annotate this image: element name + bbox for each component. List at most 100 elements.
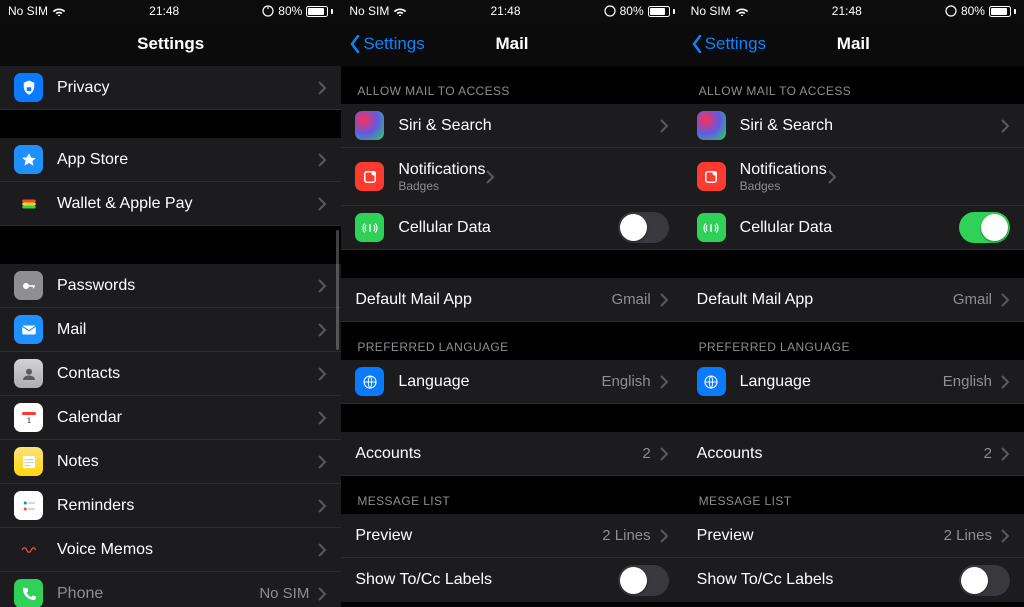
row-passwords[interactable]: Passwords: [0, 264, 341, 308]
row-cellular[interactable]: Cellular Data: [341, 206, 682, 250]
row-siri[interactable]: Siri & Search: [683, 104, 1024, 148]
battery-pct-label: 80%: [961, 4, 985, 18]
cellular-icon: [355, 213, 384, 242]
chevron-icon: [659, 119, 669, 133]
notifications-sub: Badges: [398, 179, 485, 193]
row-accounts[interactable]: Accounts 2: [683, 432, 1024, 476]
row-mail[interactable]: Mail: [0, 308, 341, 352]
chevron-icon: [317, 197, 327, 211]
header-message-list: Message List: [341, 476, 682, 514]
row-phone[interactable]: Phone No SIM: [0, 572, 341, 607]
phone-settings: No SIM 21:48 80% Settings Privacy App: [0, 0, 341, 607]
row-cellular[interactable]: Cellular Data: [683, 206, 1024, 250]
row-default-mail-app[interactable]: Default Mail App Gmail: [683, 278, 1024, 322]
row-reminders[interactable]: Reminders: [0, 484, 341, 528]
chevron-icon: [317, 499, 327, 513]
chevron-icon: [1000, 529, 1010, 543]
notifications-sub: Badges: [740, 179, 827, 193]
row-appstore[interactable]: App Store: [0, 138, 341, 182]
chevron-icon: [659, 447, 669, 461]
row-language[interactable]: Language English: [341, 360, 682, 404]
wifi-icon: [735, 6, 749, 16]
chevron-left-icon: [349, 35, 361, 53]
chevron-icon: [1000, 119, 1010, 133]
row-voicememos[interactable]: Voice Memos: [0, 528, 341, 572]
row-show-tocc[interactable]: Show To/Cc Labels: [683, 558, 1024, 602]
phone-label: Phone: [57, 585, 259, 603]
contacts-label: Contacts: [57, 365, 317, 383]
orientation-lock-icon: [262, 5, 274, 17]
notifications-icon: [697, 162, 726, 191]
siri-label: Siri & Search: [398, 117, 658, 135]
page-title: Settings: [137, 34, 204, 54]
navbar: Settings: [0, 22, 341, 66]
header-language: Preferred Language: [683, 322, 1024, 360]
row-wallet[interactable]: Wallet & Apple Pay: [0, 182, 341, 226]
chevron-icon: [317, 323, 327, 337]
preview-value: 2 Lines: [944, 527, 992, 544]
language-label: Language: [740, 373, 943, 391]
showtocc-label: Show To/Cc Labels: [697, 571, 959, 589]
mail-label: Mail: [57, 321, 317, 339]
battery-icon: [989, 6, 1016, 17]
cellular-label: Cellular Data: [398, 219, 617, 237]
privacy-label: Privacy: [57, 79, 317, 97]
voicememos-label: Voice Memos: [57, 541, 317, 559]
wallet-icon: [14, 189, 43, 218]
appstore-icon: [14, 145, 43, 174]
header-access: Allow Mail to Access: [683, 66, 1024, 104]
row-preview[interactable]: Preview 2 Lines: [683, 514, 1024, 558]
chevron-icon: [827, 170, 837, 184]
row-accounts[interactable]: Accounts 2: [341, 432, 682, 476]
battery-pct-label: 80%: [278, 4, 302, 18]
carrier-label: No SIM: [349, 4, 389, 18]
row-privacy[interactable]: Privacy: [0, 66, 341, 110]
showtocc-toggle[interactable]: [618, 565, 669, 596]
row-notes[interactable]: Notes: [0, 440, 341, 484]
row-contacts[interactable]: Contacts: [0, 352, 341, 396]
siri-icon: [697, 111, 726, 140]
navbar: Settings Mail: [683, 22, 1024, 66]
notifications-label: Notifications: [740, 161, 827, 179]
cellular-toggle[interactable]: [618, 212, 669, 243]
privacy-icon: [14, 73, 43, 102]
cellular-toggle[interactable]: [959, 212, 1010, 243]
row-default-mail-app[interactable]: Default Mail App Gmail: [341, 278, 682, 322]
notes-icon: [14, 447, 43, 476]
chevron-icon: [317, 455, 327, 469]
status-bar: No SIM 21:48 80%: [0, 0, 341, 22]
carrier-label: No SIM: [8, 4, 48, 18]
row-show-tocc[interactable]: Show To/Cc Labels: [341, 558, 682, 602]
notes-label: Notes: [57, 453, 317, 471]
mail-settings-list: Allow Mail to Access Siri & Search Notif…: [341, 66, 682, 602]
row-notifications[interactable]: NotificationsBadges: [341, 148, 682, 206]
back-button[interactable]: Settings: [691, 34, 766, 54]
chevron-icon: [485, 170, 495, 184]
chevron-icon: [1000, 447, 1010, 461]
header-language: Preferred Language: [341, 322, 682, 360]
language-value: English: [601, 373, 650, 390]
row-notifications[interactable]: NotificationsBadges: [683, 148, 1024, 206]
back-button[interactable]: Settings: [349, 34, 424, 54]
mail-settings-list: Allow Mail to Access Siri & Search Notif…: [683, 66, 1024, 602]
row-language[interactable]: Language English: [683, 360, 1024, 404]
row-preview[interactable]: Preview 2 Lines: [341, 514, 682, 558]
settings-list: Privacy App Store Wallet & Apple Pay Pas…: [0, 66, 341, 607]
chevron-icon: [659, 293, 669, 307]
default-app-label: Default Mail App: [697, 291, 953, 309]
showtocc-toggle[interactable]: [959, 565, 1010, 596]
wallet-label: Wallet & Apple Pay: [57, 195, 317, 213]
row-calendar[interactable]: 1 Calendar: [0, 396, 341, 440]
phone-mail-on: No SIM 21:48 80% Settings Mail Allow Mai…: [683, 0, 1024, 607]
chevron-icon: [659, 529, 669, 543]
default-app-value: Gmail: [611, 291, 650, 308]
chevron-icon: [1000, 293, 1010, 307]
globe-icon: [355, 367, 384, 396]
accounts-label: Accounts: [355, 445, 642, 463]
language-value: English: [943, 373, 992, 390]
navbar: Settings Mail: [341, 22, 682, 66]
siri-label: Siri & Search: [740, 117, 1000, 135]
row-siri[interactable]: Siri & Search: [341, 104, 682, 148]
wifi-icon: [393, 6, 407, 16]
chevron-icon: [317, 411, 327, 425]
